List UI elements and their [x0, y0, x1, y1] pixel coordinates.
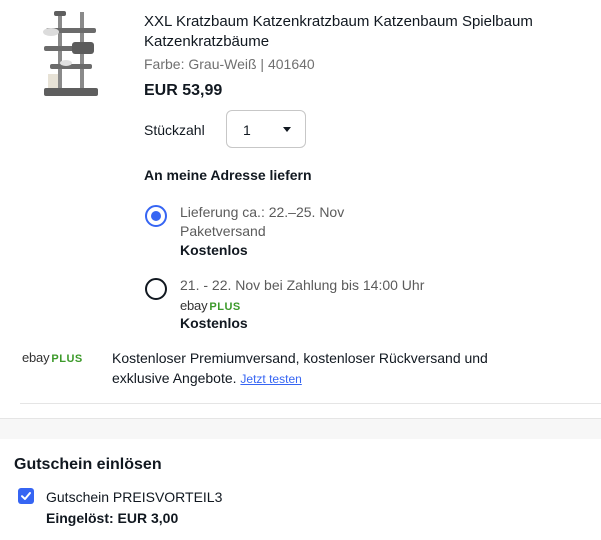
coupon-redeemed-amount: Eingelöst: EUR 3,00 [46, 510, 179, 526]
ebay-plus-promo-logo: ebay PLUS [22, 350, 83, 365]
checkmark-icon [21, 492, 31, 500]
ebay-logo-text: ebay [180, 298, 208, 313]
shipping-option-2-date: 21. - 22. Nov bei Zahlung bis 14:00 Uhr [180, 277, 425, 293]
shipping-option-2-price: Kostenlos [180, 315, 248, 331]
quantity-value: 1 [243, 122, 251, 138]
coupon-name: Gutschein PREISVORTEIL3 [46, 489, 223, 505]
cat-tree-product-image[interactable] [36, 8, 106, 98]
ebay-logo-text: ebay [22, 350, 50, 365]
shipping-option-1-price: Kostenlos [180, 242, 248, 258]
plus-logo-text: PLUS [209, 301, 241, 313]
shipping-option-1-radio[interactable] [145, 205, 167, 227]
divider [20, 403, 601, 404]
chevron-down-icon [283, 127, 291, 132]
shipping-option-1-method: Paketversand [180, 223, 266, 239]
section-separator [0, 418, 601, 439]
quantity-select[interactable]: 1 [226, 110, 306, 148]
coupon-heading: Gutschein einlösen [14, 456, 162, 473]
coupon-checkbox[interactable] [18, 488, 34, 504]
product-title[interactable]: XXL Kratzbaum Katzenkratzbaum Katzenbaum… [144, 12, 584, 52]
plus-logo-text: PLUS [51, 353, 83, 365]
try-now-link[interactable]: Jetzt testen [240, 372, 301, 386]
product-variant: Farbe: Grau-Weiß | 401640 [144, 56, 315, 72]
shipping-option-2-radio[interactable] [145, 278, 167, 300]
shipping-heading: An meine Adresse liefern [144, 167, 312, 183]
quantity-label: Stückzahl [144, 122, 205, 138]
product-price: EUR 53,99 [144, 82, 223, 99]
shipping-option-1-date: Lieferung ca.: 22.–25. Nov [180, 204, 345, 220]
ebay-plus-promo: Kostenloser Premiumversand, kostenloser … [112, 348, 542, 389]
